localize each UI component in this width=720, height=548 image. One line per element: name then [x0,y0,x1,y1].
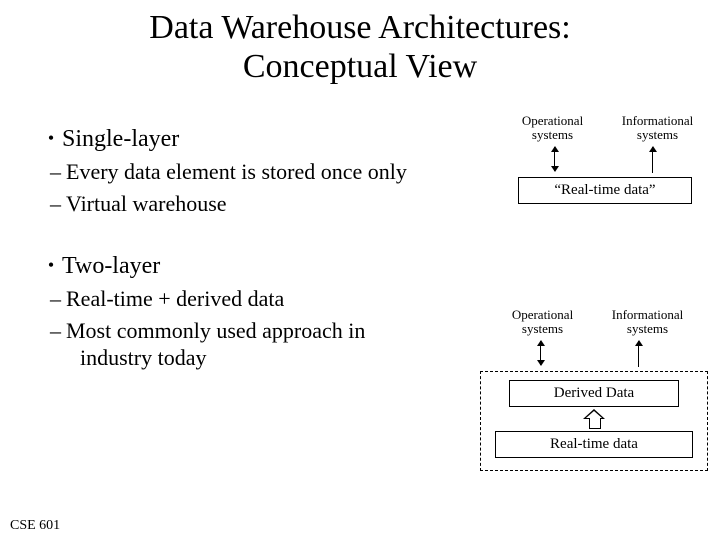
bullet-single-label: Single-layer [62,126,179,152]
up-arrow-icon [652,147,653,173]
sub-bullet-most-common: –Most commonly used approach in [66,317,490,345]
diagram-two-layer: Operational systems Informational system… [470,308,710,471]
sub-bullet-stored-once: –Every data element is stored once only [66,158,490,186]
slide-body: Single-layer –Every data element is stor… [40,118,490,372]
dash-marker: – [50,158,66,186]
label-informational-systems-2: Informational systems [608,308,688,337]
dash-marker: – [50,317,66,345]
slide-title: Data Warehouse Architectures: Conceptual… [0,8,720,86]
double-arrow-icon [554,147,555,171]
title-line-1: Data Warehouse Architectures: [149,9,570,46]
slide-footer: CSE 601 [10,518,60,534]
double-arrow-icon [540,341,541,365]
bullet-two-label: Two-layer [62,253,160,279]
bullet-two-layer: Two-layer [40,251,490,281]
diagram-single-layer: Operational systems Informational system… [500,114,710,204]
sub-bullet-realtime-derived: –Real-time + derived data [66,285,490,313]
dash-marker: – [50,190,66,218]
title-line-2: Conceptual View [243,48,477,85]
label-operational-systems-2: Operational systems [503,308,583,337]
bullet-single-layer: Single-layer [40,124,490,154]
sub-bullet-most-common-cont: industry today [80,344,490,372]
dashed-container: Derived Data Real-time data [480,371,708,471]
block-up-arrow-icon [583,409,605,429]
box-derived-data: Derived Data [509,380,679,407]
box-realtime-data: “Real-time data” [518,177,692,204]
label-operational-systems: Operational systems [513,114,593,143]
up-arrow-icon [638,341,639,367]
box-realtime-data-2: Real-time data [495,431,693,458]
sub-bullet-virtual-warehouse: –Virtual warehouse [66,190,490,218]
label-informational-systems: Informational systems [618,114,698,143]
dash-marker: – [50,285,66,313]
